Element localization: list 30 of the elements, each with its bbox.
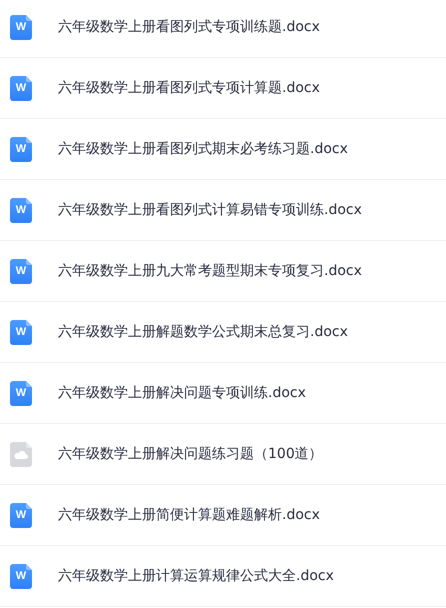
file-row[interactable]: W 六年级数学上册解决问题专项训练.docx (0, 363, 446, 424)
file-row[interactable]: W 六年级数学上册看图列式期末必考练习题.docx (0, 119, 446, 180)
word-file-icon: W (10, 502, 32, 528)
file-name: 六年级数学上册看图列式计算易错专项训练.docx (58, 201, 362, 219)
word-file-icon: W (10, 258, 32, 284)
file-name: 六年级数学上册看图列式专项计算题.docx (58, 79, 320, 97)
file-row[interactable]: W 六年级数学上册解题数学公式期末总复习.docx (0, 302, 446, 363)
file-row[interactable]: W 六年级数学上册看图列式专项训练题.docx (0, 0, 446, 58)
file-name: 六年级数学上册看图列式期末必考练习题.docx (58, 140, 348, 158)
word-file-icon: W (10, 564, 32, 588)
file-row[interactable]: W 六年级数学上册简便计算题难题解析.docx (0, 485, 446, 546)
file-row[interactable]: W 六年级数学上册九大常考题型期末专项复习.docx (0, 241, 446, 302)
cloud-file-icon (10, 442, 32, 466)
word-file-icon: W (10, 76, 32, 100)
file-row[interactable]: W 六年级数学上册计算运算规律公式大全.docx (0, 546, 446, 607)
file-name: 六年级数学上册计算运算规律公式大全.docx (58, 567, 334, 585)
word-file-icon: W (10, 136, 32, 162)
file-name: 六年级数学上册看图列式专项训练题.docx (58, 18, 320, 36)
word-file-icon: W (10, 14, 32, 40)
word-file-icon: W (10, 198, 32, 222)
file-row[interactable]: 六年级数学上册解决问题练习题（100道） (0, 424, 446, 485)
word-file-icon: W (10, 380, 32, 406)
file-name: 六年级数学上册解决问题练习题（100道） (58, 445, 323, 463)
word-file-icon: W (10, 320, 32, 344)
file-name: 六年级数学上册简便计算题难题解析.docx (58, 506, 320, 524)
file-row[interactable]: W 六年级数学上册看图列式计算易错专项训练.docx (0, 180, 446, 241)
file-name: 六年级数学上册九大常考题型期末专项复习.docx (58, 262, 362, 280)
file-name: 六年级数学上册解题数学公式期末总复习.docx (58, 323, 348, 341)
file-row[interactable]: W 六年级数学上册看图列式专项计算题.docx (0, 58, 446, 119)
file-name: 六年级数学上册解决问题专项训练.docx (58, 384, 306, 402)
